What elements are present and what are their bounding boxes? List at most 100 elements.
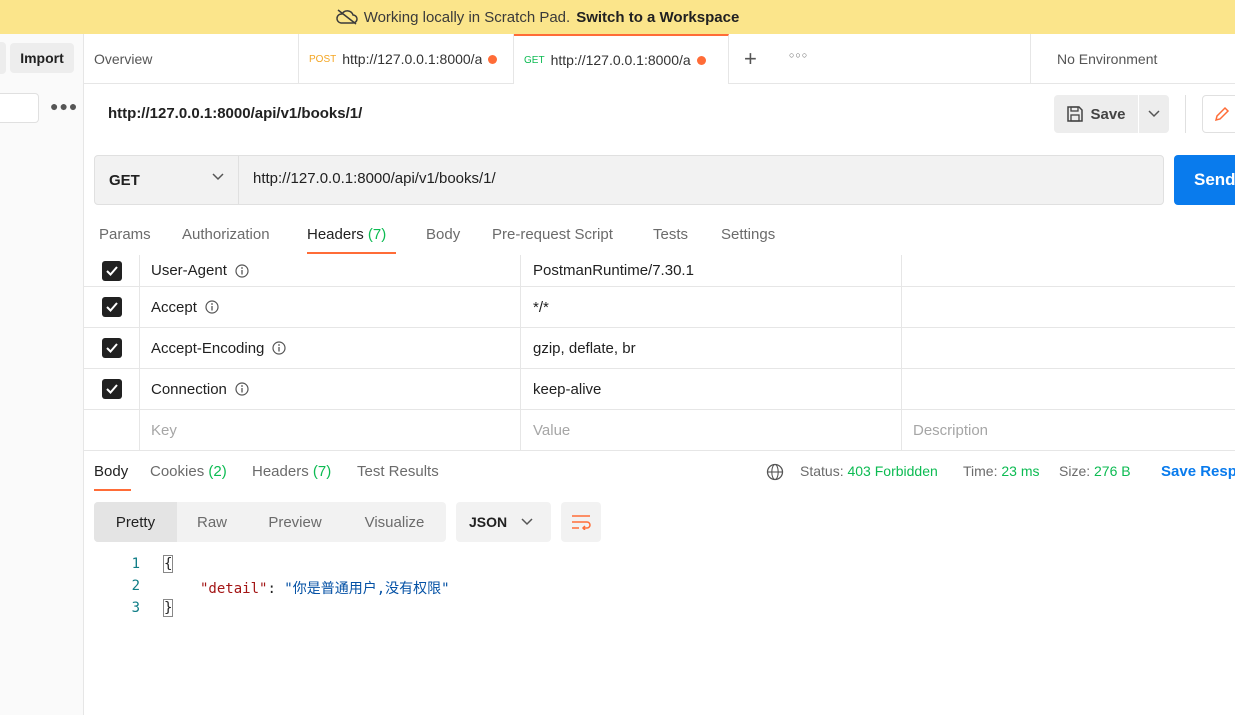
checkbox-checked-icon[interactable] bbox=[101, 379, 122, 399]
row-checkbox-cell bbox=[84, 328, 140, 368]
size-label: Size: bbox=[1059, 463, 1091, 479]
column-divider bbox=[901, 369, 902, 409]
code-brace-close: } bbox=[162, 599, 174, 617]
json-value: "你是普通用户,没有权限" bbox=[284, 581, 450, 597]
tab-settings[interactable]: Settings bbox=[721, 226, 775, 243]
row-checkbox-cell bbox=[84, 287, 140, 327]
header-key[interactable]: User-Agent bbox=[151, 255, 249, 286]
more-options-icon[interactable]: ●●● bbox=[50, 98, 78, 114]
table-row: Accept */* bbox=[84, 287, 1235, 328]
tab-params[interactable]: Params bbox=[99, 226, 151, 243]
table-row-new: Key Value Description bbox=[84, 410, 1235, 451]
save-button[interactable]: Save bbox=[1054, 95, 1138, 133]
line-number: 1 bbox=[131, 556, 140, 572]
header-key[interactable]: Connection bbox=[151, 369, 249, 409]
unsaved-dot-icon bbox=[696, 55, 706, 65]
tab-tests[interactable]: Tests bbox=[653, 226, 688, 243]
table-row: Connection keep-alive bbox=[84, 369, 1235, 410]
save-label: Save bbox=[1090, 105, 1126, 123]
tab-headers-label: Headers bbox=[307, 226, 364, 243]
header-value[interactable]: gzip, deflate, br bbox=[533, 328, 636, 368]
response-tabs: Body Cookies (2) Headers (7) Test Result… bbox=[84, 452, 1235, 492]
tab-body[interactable]: Body bbox=[426, 226, 460, 243]
save-response-button[interactable]: Save Resp bbox=[1161, 463, 1235, 480]
checkbox-checked-icon[interactable] bbox=[101, 260, 122, 281]
tab-post-request[interactable]: POST http://127.0.0.1:8000/api/v1/books/ bbox=[299, 34, 514, 84]
tab-overview[interactable]: Overview bbox=[84, 34, 299, 84]
url-input[interactable]: http://127.0.0.1:8000/api/v1/books/1/ bbox=[253, 170, 496, 187]
method-select[interactable]: GET bbox=[95, 156, 239, 204]
view-visualize[interactable]: Visualize bbox=[343, 502, 446, 542]
view-raw[interactable]: Raw bbox=[177, 502, 247, 542]
column-divider bbox=[901, 410, 902, 450]
header-value[interactable]: */* bbox=[533, 287, 549, 327]
tab-pre-request-script[interactable]: Pre-request Script bbox=[492, 226, 613, 243]
header-key-text: Accept bbox=[151, 298, 197, 316]
wrap-lines-icon bbox=[572, 515, 591, 530]
header-value[interactable]: PostmanRuntime/7.30.1 bbox=[533, 255, 694, 286]
description-input[interactable]: Description bbox=[913, 410, 988, 450]
response-tab-body[interactable]: Body bbox=[94, 463, 128, 480]
tab-authorization[interactable]: Authorization bbox=[182, 226, 270, 243]
wrap-lines-button[interactable] bbox=[561, 502, 601, 542]
response-tab-test-results[interactable]: Test Results bbox=[357, 463, 439, 480]
new-button-stub[interactable] bbox=[0, 42, 6, 74]
size-info: Size: 276 B bbox=[1059, 463, 1131, 479]
view-pretty[interactable]: Pretty bbox=[94, 502, 177, 542]
response-tab-headers-label: Headers bbox=[252, 463, 309, 480]
switch-workspace-link[interactable]: Switch to a Workspace bbox=[576, 9, 739, 26]
edit-button[interactable] bbox=[1202, 95, 1235, 133]
view-preview[interactable]: Preview bbox=[247, 502, 343, 542]
new-tab-plus-icon[interactable]: + bbox=[744, 46, 757, 72]
save-options-button[interactable] bbox=[1139, 95, 1169, 133]
tab-headers[interactable]: Headers (7) bbox=[307, 226, 386, 243]
send-button[interactable]: Send bbox=[1174, 155, 1235, 205]
code-content: "detail": "你是普通用户,没有权限" bbox=[200, 578, 450, 598]
active-tab-indicator bbox=[307, 252, 396, 254]
info-icon bbox=[235, 263, 249, 278]
column-divider bbox=[901, 287, 902, 327]
cookies-count: (2) bbox=[208, 463, 227, 480]
format-select[interactable]: JSON bbox=[456, 502, 551, 542]
value-input[interactable]: Value bbox=[533, 410, 570, 450]
format-value: JSON bbox=[469, 514, 508, 530]
response-tab-cookies[interactable]: Cookies (2) bbox=[150, 463, 227, 480]
tab-bar: Overview POST http://127.0.0.1:8000/api/… bbox=[84, 34, 1235, 84]
headers-count: (7) bbox=[367, 226, 387, 243]
tab-overview-label: Overview bbox=[94, 51, 153, 67]
checkbox-checked-icon[interactable] bbox=[101, 338, 122, 358]
import-button[interactable]: Import bbox=[10, 43, 74, 73]
header-key-text: Connection bbox=[151, 380, 227, 398]
json-colon: : bbox=[267, 581, 285, 597]
sidebar-search-input[interactable] bbox=[0, 93, 39, 123]
time-value[interactable]: 23 ms bbox=[1001, 463, 1039, 479]
table-row: User-Agent PostmanRuntime/7.30.1 bbox=[84, 255, 1235, 287]
tab-options-icon[interactable]: ○○○ bbox=[789, 50, 808, 60]
chevron-down-icon bbox=[1148, 110, 1160, 118]
size-value[interactable]: 276 B bbox=[1094, 463, 1131, 479]
column-divider bbox=[520, 328, 521, 368]
row-checkbox-cell bbox=[84, 369, 140, 409]
save-icon bbox=[1067, 106, 1084, 122]
globe-icon[interactable] bbox=[766, 463, 784, 481]
header-key[interactable]: Accept bbox=[151, 287, 219, 327]
chevron-down-icon bbox=[521, 518, 533, 526]
tab-method-post: POST bbox=[309, 53, 337, 65]
checkbox-checked-icon[interactable] bbox=[101, 297, 122, 317]
unsaved-dot-icon bbox=[488, 54, 498, 64]
environment-selector[interactable]: No Environment bbox=[1030, 34, 1235, 84]
tab-get-request[interactable]: GET http://127.0.0.1:8000/api/v1/books/1… bbox=[514, 34, 729, 84]
response-view-selector: Pretty Raw Preview Visualize bbox=[94, 502, 446, 542]
response-tab-headers[interactable]: Headers (7) bbox=[252, 463, 331, 480]
header-key[interactable]: Accept-Encoding bbox=[151, 328, 287, 368]
status-value[interactable]: 403 Forbidden bbox=[847, 463, 937, 479]
info-icon bbox=[205, 300, 219, 314]
cloud-off-icon bbox=[335, 9, 358, 25]
key-input[interactable]: Key bbox=[151, 410, 177, 450]
response-tab-cookies-label: Cookies bbox=[150, 463, 205, 480]
header-value[interactable]: keep-alive bbox=[533, 369, 601, 409]
header-key-text: Accept-Encoding bbox=[151, 339, 265, 357]
request-tabs: Params Authorization Headers (7) Body Pr… bbox=[84, 215, 1235, 255]
table-row: Accept-Encoding gzip, deflate, br bbox=[84, 328, 1235, 369]
time-info: Time: 23 ms bbox=[963, 463, 1040, 479]
